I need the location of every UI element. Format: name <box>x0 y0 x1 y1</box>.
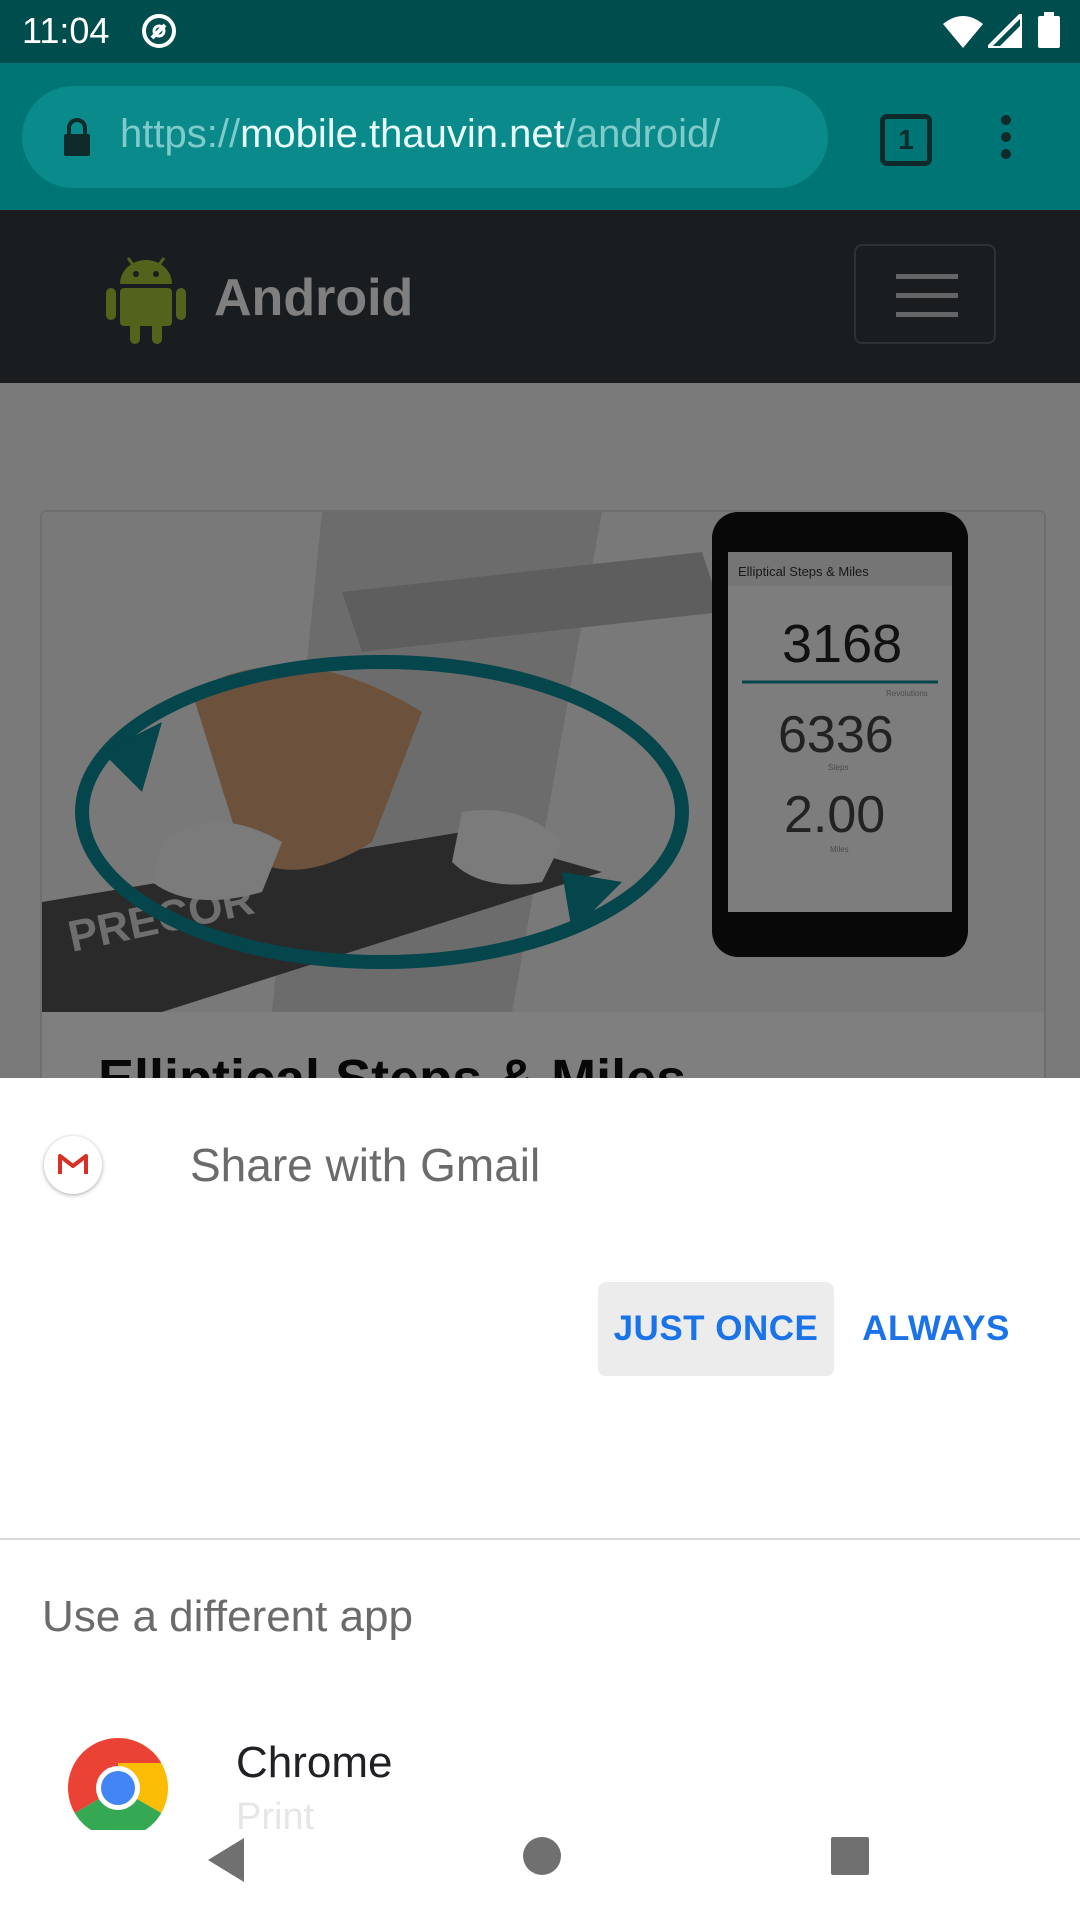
back-icon[interactable] <box>206 1836 246 1884</box>
battery-icon <box>1038 12 1060 48</box>
notification-icon <box>142 14 176 48</box>
home-icon[interactable] <box>522 1836 562 1876</box>
tab-switcher-button[interactable]: 1 <box>880 114 932 166</box>
status-time: 11:04 <box>22 10 110 51</box>
recent-apps-icon[interactable] <box>830 1836 870 1876</box>
divider <box>0 1538 1080 1540</box>
chrome-app-icon <box>68 1738 168 1838</box>
overflow-menu-icon[interactable] <box>998 114 1014 160</box>
just-once-button[interactable]: JUST ONCE <box>598 1282 834 1376</box>
wifi-icon <box>943 16 983 48</box>
web-content: Android PRECOR Elliptical Steps & Miles … <box>0 210 1080 1078</box>
scrim-overlay[interactable] <box>0 210 1080 1078</box>
url-host: mobile.thauvin.net <box>240 112 565 156</box>
share-dialog-title: Share with Gmail <box>190 1139 541 1191</box>
url-prefix: https:// <box>120 112 241 156</box>
gmail-icon <box>44 1136 102 1194</box>
app-item-label: Chrome <box>236 1738 393 1787</box>
lock-icon <box>64 118 90 156</box>
url-path: /android/ <box>564 112 721 156</box>
always-button[interactable]: ALWAYS <box>856 1282 1016 1376</box>
signal-icon <box>988 14 1022 48</box>
url-text[interactable]: https://mobile.thauvin.net/android/ <box>120 112 720 157</box>
different-app-header: Use a different app <box>42 1592 413 1641</box>
